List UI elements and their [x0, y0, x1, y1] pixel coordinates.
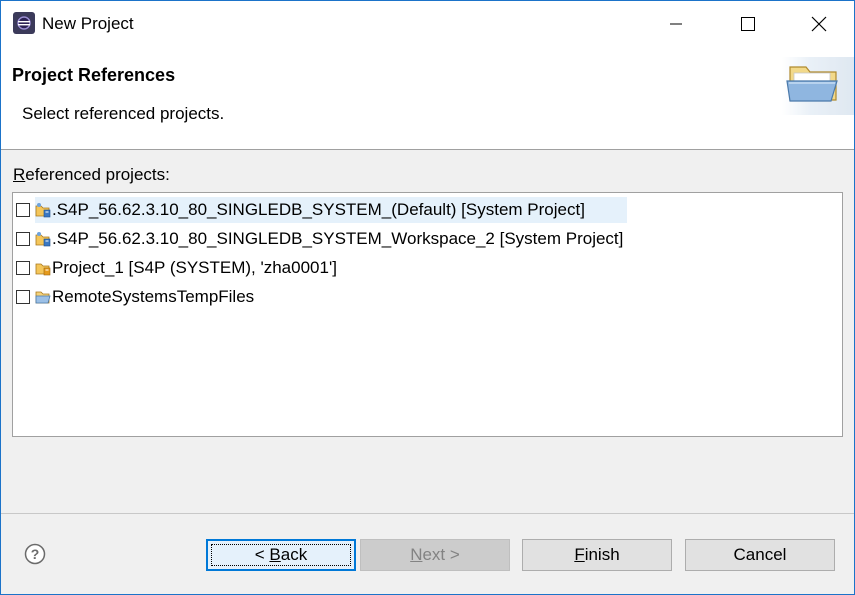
list-item[interactable]: RemoteSystemsTempFiles — [16, 284, 296, 310]
abap-project-icon — [35, 263, 51, 276]
project-name: RemoteSystemsTempFiles — [52, 287, 255, 306]
next-mnemonic: N — [410, 545, 423, 564]
page-title: Project References — [12, 65, 176, 85]
abap-system-project-icon — [35, 232, 51, 247]
project-checkbox[interactable] — [16, 290, 30, 304]
minimize-button[interactable] — [641, 1, 711, 47]
list-item[interactable]: Project_1 [S4P (SYSTEM), 'zha0001'] — [16, 255, 379, 281]
maximize-icon — [741, 17, 755, 31]
item-content: .S4P_56.62.3.10_80_SINGLEDB_SYSTEM_(Defa… — [35, 197, 627, 223]
focus-ring: < Back — [211, 544, 351, 566]
project-checkbox[interactable] — [16, 203, 30, 217]
project-checkbox[interactable] — [16, 232, 30, 246]
cancel-button[interactable]: Cancel — [685, 539, 835, 571]
item-content: Project_1 [S4P (SYSTEM), 'zha0001'] — [35, 255, 379, 281]
back-button[interactable]: < Back — [206, 539, 356, 571]
back-label: ack — [280, 545, 308, 564]
eclipse-app-icon — [13, 12, 35, 34]
svg-text:?: ? — [31, 546, 40, 562]
back-prefix: < — [254, 545, 270, 564]
item-content: RemoteSystemsTempFiles — [35, 284, 296, 310]
finish-label: inish — [584, 545, 620, 564]
project-checkbox[interactable] — [16, 261, 30, 275]
back-mnemonic: B — [269, 545, 281, 564]
referenced-projects-list[interactable]: .S4P_56.62.3.10_80_SINGLEDB_SYSTEM_(Defa… — [12, 192, 843, 437]
banner-graphic — [782, 57, 854, 115]
cancel-label: Cancel — [733, 545, 787, 564]
label-text: eferenced projects: — [25, 165, 170, 184]
new-project-dialog: New Project Project References Select re… — [0, 0, 855, 595]
list-item[interactable]: .S4P_56.62.3.10_80_SINGLEDB_SYSTEM_Works… — [16, 226, 665, 252]
label-mnemonic: R — [13, 165, 26, 184]
list-item[interactable]: .S4P_56.62.3.10_80_SINGLEDB_SYSTEM_(Defa… — [16, 197, 627, 223]
close-icon — [811, 16, 827, 32]
abap-system-project-icon — [35, 203, 51, 218]
next-label: ext > — [422, 545, 460, 564]
project-name: .S4P_56.62.3.10_80_SINGLEDB_SYSTEM_(Defa… — [52, 200, 585, 219]
wizard-banner: Project References Select referenced pro… — [1, 47, 854, 150]
window-title: New Project — [42, 14, 134, 33]
item-content: .S4P_56.62.3.10_80_SINGLEDB_SYSTEM_Works… — [35, 226, 665, 252]
project-name: .S4P_56.62.3.10_80_SINGLEDB_SYSTEM_Works… — [52, 229, 624, 248]
project-name: Project_1 [S4P (SYSTEM), 'zha0001'] — [52, 258, 337, 277]
referenced-projects-label: Referenced projects: — [13, 165, 170, 185]
next-button[interactable]: Next > — [360, 539, 510, 571]
finish-mnemonic: F — [574, 545, 585, 564]
minimize-icon — [670, 23, 682, 25]
help-icon[interactable]: ? — [24, 543, 46, 565]
button-bar-separator — [1, 513, 854, 514]
title-bar[interactable]: New Project — [1, 1, 854, 47]
finish-button[interactable]: Finish — [522, 539, 672, 571]
close-button[interactable] — [784, 1, 854, 47]
maximize-button[interactable] — [713, 1, 783, 47]
open-folder-icon — [35, 291, 51, 304]
open-folder-icon — [786, 66, 838, 102]
page-description: Select referenced projects. — [22, 104, 225, 123]
